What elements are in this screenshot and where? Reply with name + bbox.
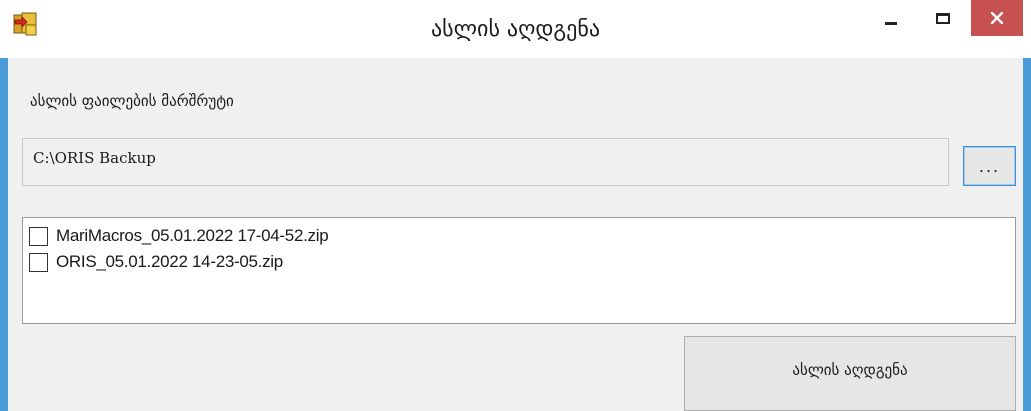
backup-path-label: ასლის ფაილების მარშრუტი <box>30 92 234 110</box>
minimize-button[interactable] <box>868 0 914 36</box>
restore-button-label: ასლის აღდგენა <box>792 361 908 379</box>
browse-button[interactable]: ... <box>963 146 1016 186</box>
dialog-body: ასლის ფაილების მარშრუტი C:\ORIS Backup .… <box>8 58 1023 411</box>
backup-path-value: C:\ORIS Backup <box>33 149 156 167</box>
list-item[interactable]: MariMacros_05.01.2022 17-04-52.zip <box>29 223 329 249</box>
minimize-icon <box>885 21 897 25</box>
backup-file-list[interactable]: MariMacros_05.01.2022 17-04-52.zip ORIS_… <box>22 217 1016 324</box>
maximize-button[interactable] <box>920 0 966 36</box>
file-name: MariMacros_05.01.2022 17-04-52.zip <box>56 226 329 245</box>
file-checkbox[interactable] <box>29 226 48 246</box>
browse-button-label: ... <box>978 157 1001 176</box>
backup-path-field[interactable]: C:\ORIS Backup <box>22 138 949 186</box>
restore-backup-window: ასლის აღდგენა ასლის ფაილების მარშრუტი C:… <box>0 0 1031 411</box>
file-name: ORIS_05.01.2022 14-23-05.zip <box>56 252 283 271</box>
file-checkbox[interactable] <box>29 252 48 272</box>
maximize-icon <box>936 12 950 24</box>
title-bar[interactable]: ასლის აღდგენა <box>0 0 1031 58</box>
list-item[interactable]: ORIS_05.01.2022 14-23-05.zip <box>29 249 283 275</box>
close-button[interactable] <box>971 0 1023 36</box>
close-icon <box>990 11 1004 25</box>
restore-button[interactable]: ასლის აღდგენა <box>684 336 1016 411</box>
